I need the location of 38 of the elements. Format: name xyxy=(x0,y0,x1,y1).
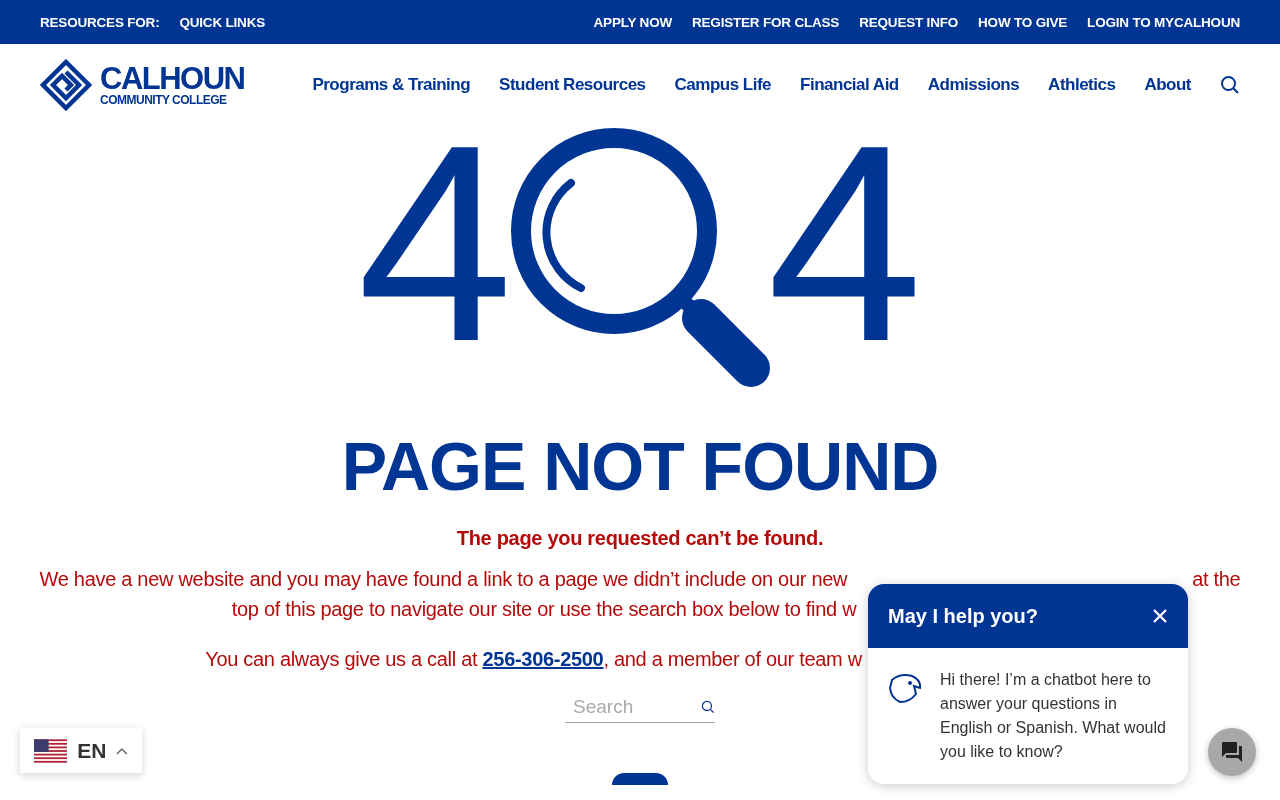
top-link[interactable]: QUICK LINKS xyxy=(179,14,266,30)
error-subtitle: The page you requested can’t be found. xyxy=(456,527,824,550)
chat-button[interactable] xyxy=(1208,728,1256,776)
top-link[interactable]: LOGIN TO MYCALHOUN xyxy=(1087,14,1240,30)
logo-subtitle[interactable]: COMMUNITY COLLEGE xyxy=(100,94,245,106)
chat-title: May I help you? xyxy=(888,604,1039,628)
logo-name[interactable]: CALHOUN xyxy=(100,63,245,94)
logo-icon[interactable] xyxy=(40,58,92,111)
nav-item[interactable]: Financial Aid xyxy=(800,74,899,95)
top-link[interactable]: APPLY NOW xyxy=(593,14,672,30)
top-link[interactable]: REQUEST INFO xyxy=(859,14,959,30)
nav-item[interactable]: Athletics xyxy=(1048,74,1116,95)
nav-item[interactable]: Programs & Training xyxy=(312,74,471,95)
language-selector[interactable]: EN xyxy=(20,728,142,773)
nav-item[interactable]: Student Resources xyxy=(499,74,646,95)
message-text: at the xyxy=(1192,568,1241,590)
nav-item[interactable]: About xyxy=(1144,74,1191,95)
error-digit: 4 xyxy=(767,103,923,383)
search-icon[interactable] xyxy=(1220,74,1240,95)
page-title: PAGE NOT FOUND xyxy=(341,427,939,505)
chevron-up-icon xyxy=(116,746,128,755)
top-link[interactable]: RESOURCES FOR: xyxy=(40,14,160,30)
chat-message: Hi there! I’m a chatbot here to answer your questions in English or Spanish. What would you like to know? xyxy=(940,670,1167,762)
nav-item[interactable]: Admissions xyxy=(927,74,1020,95)
top-link[interactable]: REGISTER FOR CLASS xyxy=(692,14,840,30)
top-link[interactable]: HOW TO GIVE xyxy=(978,14,1068,30)
flag-icon xyxy=(34,738,68,763)
call-text: You can always give us a call at 256-306-2500, and a member of our team w xyxy=(205,648,862,670)
close-icon[interactable] xyxy=(1152,608,1168,624)
bird-head-icon xyxy=(888,672,922,704)
search-field[interactable]: Search xyxy=(565,692,715,723)
message-text: top of this page to navigate our site or use the search box below to find w xyxy=(231,598,857,620)
search-icon[interactable] xyxy=(701,698,715,716)
nav-item[interactable]: Campus Life xyxy=(674,74,772,95)
error-digit: 4 xyxy=(357,103,513,383)
chat-bubbles-icon xyxy=(1220,740,1244,764)
message-text: We have a new website and you may have found a link to a page we didn’t include on our new xyxy=(39,568,848,590)
round-emblem xyxy=(612,773,668,785)
